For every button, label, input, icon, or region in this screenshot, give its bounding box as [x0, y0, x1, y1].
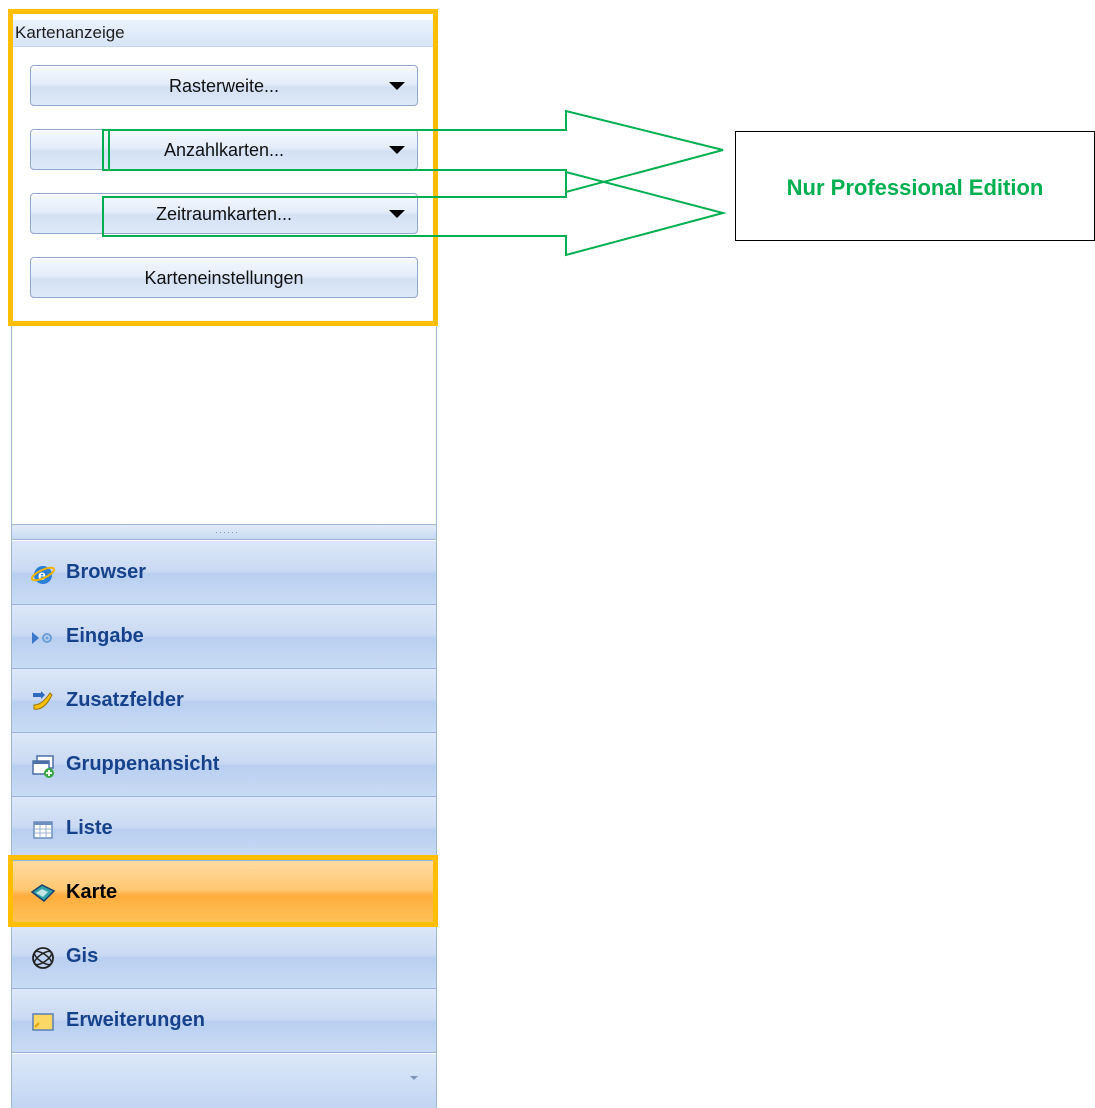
panel-splitter[interactable]: ······ — [12, 524, 436, 540]
nav-label: Liste — [66, 817, 113, 839]
nav-overflow-bar[interactable] — [12, 1054, 436, 1108]
nav-label: Karte — [66, 881, 118, 903]
list-icon — [33, 821, 53, 839]
extra-fields-icon — [33, 691, 53, 710]
arrow-zeitraumkarten — [102, 170, 727, 257]
nav-label: Gis — [66, 945, 99, 967]
professional-edition-note: Nur Professional Edition — [735, 131, 1095, 241]
gis-globe-icon — [32, 947, 54, 969]
nav-item-gruppenansicht[interactable]: Gruppenansicht — [12, 733, 436, 797]
group-view-icon — [32, 755, 54, 778]
nav-item-liste[interactable]: Liste — [12, 797, 436, 861]
nav-item-zusatzfelder[interactable]: Zusatzfelder — [12, 669, 436, 733]
nav-label: Eingabe — [66, 625, 144, 647]
note-text: Nur Professional Edition — [786, 175, 1044, 200]
splitter-grip-icon: ······ — [215, 527, 239, 537]
nav-item-eingabe[interactable]: Eingabe — [12, 605, 436, 669]
chevron-down-icon — [410, 1076, 418, 1080]
nav-item-karte[interactable]: Karte — [12, 861, 436, 925]
nav-label: Zusatzfelder — [66, 689, 184, 711]
arrow-anzahlkarten — [102, 109, 724, 194]
nav-label: Browser — [66, 561, 147, 583]
nav-item-erweiterungen[interactable]: Erweiterungen — [12, 989, 436, 1053]
map-icon — [30, 884, 56, 902]
extensions-icon — [32, 1013, 54, 1031]
input-arrow-icon — [32, 632, 52, 644]
nav-label: Gruppenansicht — [66, 753, 220, 775]
nav-item-browser[interactable]: e Browser — [12, 541, 436, 605]
nav-label: Erweiterungen — [66, 1009, 205, 1031]
browser-globe-icon: e — [30, 566, 56, 584]
nav-item-gis[interactable]: Gis — [12, 925, 436, 989]
